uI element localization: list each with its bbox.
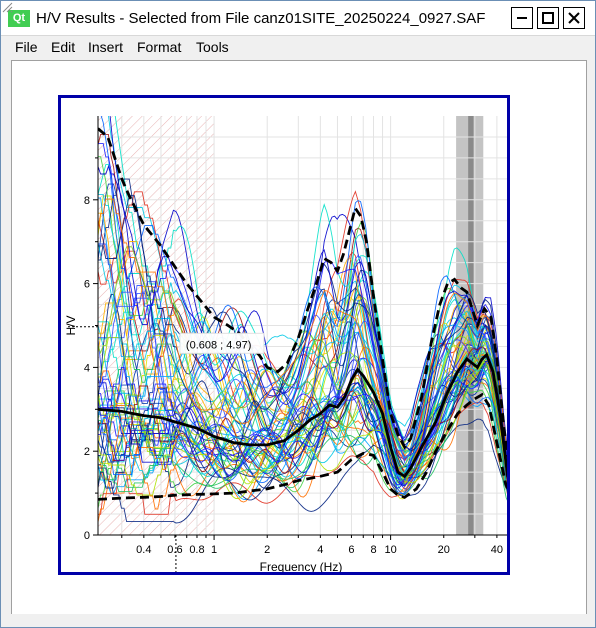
hv-curves-chart[interactable]: 0.4 0.6 0.8 1 2 4 6 8 10 20 40 0 2 4 6 8 Frequency (Hz) H…: [61, 98, 507, 572]
menu-format[interactable]: Format: [137, 39, 181, 55]
y-tick-label: 0: [84, 530, 90, 542]
cursor-tooltip: (0.608 ; 4.97): [179, 332, 265, 354]
menu-tools[interactable]: Tools: [196, 39, 229, 55]
y-tick-label: 2: [84, 446, 90, 458]
resize-grip-icon[interactable]: [1, 1, 13, 13]
x-tick-label: 0.8: [189, 544, 204, 556]
x-tick-label: 6: [348, 544, 354, 556]
x-tick-label: 1: [211, 544, 217, 556]
x-tick-label: 40: [491, 544, 503, 556]
maximize-button[interactable]: [537, 7, 559, 29]
y-axis-title: H/V: [64, 315, 78, 335]
graphic-sheet[interactable]: 0.4 0.6 0.8 1 2 4 6 8 10 20 40 0 2 4 6 8 Frequency (Hz) H…: [11, 60, 587, 614]
menu-edit[interactable]: Edit: [51, 39, 75, 55]
minimize-icon: [517, 17, 527, 19]
x-tick-label: 2: [264, 544, 270, 556]
close-icon: [568, 12, 580, 24]
x-tick-label: 4: [317, 544, 323, 556]
x-tick-label: 0.6: [167, 544, 182, 556]
hv-results-window: Qt H/V Results - Selected from File canz…: [0, 0, 596, 628]
y-tick-label: 6: [84, 279, 90, 291]
y-tick-label: 4: [84, 362, 90, 374]
maximize-icon: [542, 12, 554, 24]
title-bar[interactable]: Qt H/V Results - Selected from File canz…: [1, 1, 595, 36]
x-tick-label: 8: [370, 544, 376, 556]
menu-bar: File Edit Insert Format Tools: [1, 36, 595, 58]
menu-insert[interactable]: Insert: [88, 39, 123, 55]
y-tick-label: 8: [84, 195, 90, 207]
close-button[interactable]: [563, 7, 585, 29]
minimize-button[interactable]: [511, 7, 533, 29]
x-tick-label: 0.4: [136, 544, 151, 556]
x-tick-label: 20: [438, 544, 450, 556]
window-title: H/V Results - Selected from File canz01S…: [36, 10, 486, 27]
x-axis-title: Frequency (Hz): [260, 560, 343, 572]
cursor-coordinate-label: (0.608 ; 4.97): [186, 339, 251, 351]
hv-plot-frame[interactable]: 0.4 0.6 0.8 1 2 4 6 8 10 20 40 0 2 4 6 8 Frequency (Hz) H…: [58, 95, 510, 575]
menu-file[interactable]: File: [15, 39, 38, 55]
x-tick-label: 10: [384, 544, 396, 556]
